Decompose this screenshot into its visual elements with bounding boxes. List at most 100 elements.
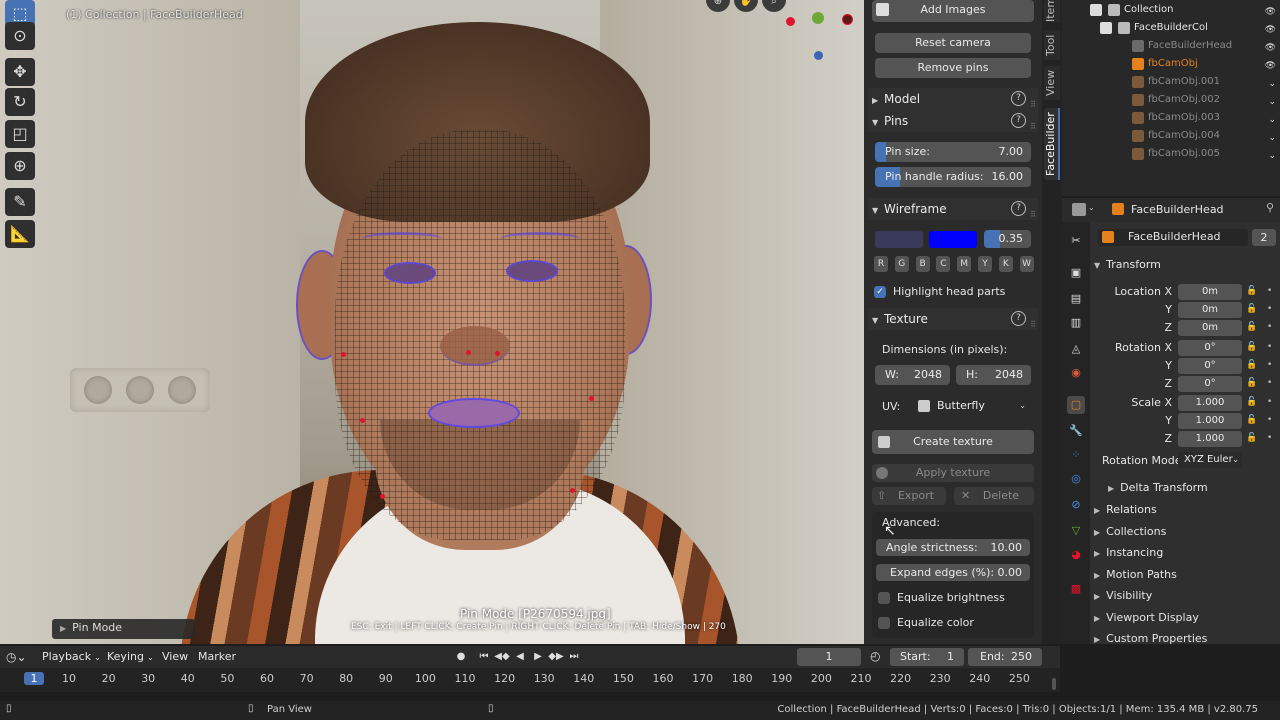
lock-icon[interactable]: 🔓 <box>1246 433 1257 443</box>
outliner-row[interactable]: FaceBuilderHead 👁 <box>1062 37 1280 55</box>
pan-hand-icon[interactable]: ✋ <box>734 0 758 12</box>
pin[interactable] <box>570 488 575 493</box>
model-section[interactable]: ▶ Model ? ⠿ <box>868 88 1038 110</box>
lock-icon[interactable]: 🔓 <box>1246 360 1257 370</box>
keyframe-dot-icon[interactable]: • <box>1267 304 1272 314</box>
clock-icon[interactable]: ◴ <box>870 649 880 663</box>
measure-icon[interactable]: 📐 <box>5 220 35 248</box>
menu-playback[interactable]: Playback ⌄ <box>42 650 101 663</box>
expand-edges-field[interactable]: Expand edges (%): 0.00 <box>876 564 1030 581</box>
properties-section[interactable]: ▶ Relations <box>1094 503 1157 516</box>
object-properties-icon[interactable]: ▢ <box>1067 396 1085 414</box>
pin[interactable] <box>360 418 365 423</box>
play-icon[interactable]: ▶ <box>530 649 546 665</box>
cursor-icon[interactable]: ⊙ <box>5 22 35 50</box>
reset-camera-button[interactable]: Reset camera <box>875 33 1031 53</box>
properties-section[interactable]: ▶ Motion Paths <box>1094 568 1177 581</box>
move-icon[interactable]: ✥ <box>5 58 35 86</box>
timeline-scrollbar[interactable] <box>1052 678 1056 690</box>
view-layer-icon[interactable]: ▥ <box>1067 314 1085 332</box>
wireframe-section[interactable]: ▼ Wireframe ? ⠿ <box>868 198 1038 220</box>
location-x-field[interactable]: 0m <box>1178 284 1242 300</box>
location-y-field[interactable]: 0m <box>1178 302 1242 318</box>
outliner-row[interactable]: fbCamObj.001 ⌄ <box>1062 73 1280 91</box>
help-icon[interactable]: ? <box>1011 201 1026 216</box>
wireframe-color-2[interactable] <box>929 231 977 248</box>
user-count[interactable]: 2 <box>1252 229 1276 246</box>
end-frame-field[interactable]: End: 250 <box>968 648 1042 666</box>
prev-keyframe-icon[interactable]: ◀◆ <box>494 649 510 665</box>
keyframe-dot-icon[interactable]: • <box>1267 415 1272 425</box>
color-letter-button[interactable]: K <box>998 256 1013 272</box>
record-icon[interactable]: ● <box>453 649 469 665</box>
outliner-row[interactable]: fbCamObj.003 ⌄ <box>1062 109 1280 127</box>
outliner-row[interactable]: Collection 👁 <box>1062 1 1280 19</box>
last-operator-panel[interactable]: ▶ Pin Mode <box>52 619 195 639</box>
outliner-row[interactable]: fbCamObj.005 ⌄ <box>1062 145 1280 163</box>
rotation-z-field[interactable]: 0° <box>1178 376 1242 392</box>
angle-strictness-field[interactable]: Angle strictness: 10.00 <box>876 539 1030 556</box>
color-letter-button[interactable]: R <box>874 256 888 272</box>
color-letter-button[interactable]: C <box>936 256 951 272</box>
color-letter-button[interactable]: B <box>915 256 930 272</box>
help-icon[interactable]: ? <box>1011 311 1026 326</box>
delta-transform-section[interactable]: ▶ Delta Transform <box>1108 481 1208 494</box>
pin[interactable] <box>341 352 346 357</box>
pins-section[interactable]: ▼ Pins ? ⠿ <box>868 110 1038 132</box>
hidden-eye-icon[interactable]: ⌄ <box>1268 147 1276 165</box>
rotation-mode-dropdown[interactable]: XYZ Euler ⌄ <box>1178 452 1242 468</box>
next-keyframe-icon[interactable]: ◆▶ <box>548 649 564 665</box>
keyframe-dot-icon[interactable]: • <box>1267 397 1272 407</box>
keyframe-dot-icon[interactable]: • <box>1267 378 1272 388</box>
object-name-field[interactable]: FaceBuilderHead <box>1098 229 1248 246</box>
pin[interactable] <box>495 351 500 356</box>
menu-marker[interactable]: Marker <box>198 650 236 663</box>
data-icon[interactable]: ▽ <box>1067 522 1085 540</box>
color-letter-button[interactable]: Y <box>978 256 992 272</box>
create-texture-button[interactable]: Create texture <box>872 430 1034 454</box>
jump-start-icon[interactable]: ⏮ <box>476 649 492 665</box>
play-reverse-icon[interactable]: ◀ <box>512 649 528 665</box>
pin[interactable] <box>466 350 471 355</box>
output-icon[interactable]: ▤ <box>1067 290 1085 308</box>
outliner-row[interactable]: fbCamObj.002 ⌄ <box>1062 91 1280 109</box>
scene-icon[interactable]: ◬ <box>1067 340 1085 358</box>
pin[interactable] <box>589 396 594 401</box>
rotate-icon[interactable]: ↻ <box>5 88 35 116</box>
menu-keying[interactable]: Keying ⌄ <box>107 650 154 663</box>
particles-icon[interactable]: ⁘ <box>1067 446 1085 464</box>
rotation-x-field[interactable]: 0° <box>1178 340 1242 356</box>
y-axis-icon[interactable] <box>812 12 824 24</box>
keyframe-dot-icon[interactable]: • <box>1267 360 1272 370</box>
physics-icon[interactable]: ◎ <box>1067 470 1085 488</box>
scale-z-field[interactable]: 1.000 <box>1178 431 1242 447</box>
world-icon[interactable]: ◉ <box>1067 364 1085 382</box>
lock-icon[interactable]: 🔓 <box>1246 342 1257 352</box>
render-icon[interactable]: ▣ <box>1067 264 1085 282</box>
annotate-icon[interactable]: ✎ <box>5 188 35 216</box>
properties-section[interactable]: ▶ Collections <box>1094 525 1166 538</box>
3d-viewport[interactable]: (1) Collection | FaceBuilderHead ⊕ ✋ ⌕ ▶… <box>0 0 864 644</box>
equalize-brightness-checkbox[interactable] <box>878 592 890 604</box>
pin-icon[interactable]: ⚲ <box>1266 201 1274 214</box>
tab-view[interactable]: View <box>1044 66 1060 100</box>
lock-icon[interactable]: 🔓 <box>1246 378 1257 388</box>
material-icon[interactable]: ◕ <box>1067 546 1085 564</box>
lock-icon[interactable]: 🔓 <box>1246 415 1257 425</box>
uv-dropdown[interactable]: Butterfly ⌄ <box>912 396 1032 416</box>
keyframe-dot-icon[interactable]: • <box>1267 433 1272 443</box>
tab-item[interactable]: Item <box>1044 0 1060 22</box>
tab-tool[interactable]: Tool <box>1044 30 1060 60</box>
drag-grip-icon[interactable]: ⠿ <box>1030 314 1036 336</box>
neg-x-axis-icon[interactable] <box>842 14 853 25</box>
lock-icon[interactable]: 🔓 <box>1246 322 1257 332</box>
jump-end-icon[interactable]: ⏭ <box>566 649 582 665</box>
color-letter-button[interactable]: M <box>957 256 972 272</box>
scale-icon[interactable]: ◰ <box>5 120 35 148</box>
current-frame-field[interactable]: 1 <box>797 648 861 666</box>
properties-section[interactable]: ▶ Custom Properties <box>1094 632 1207 645</box>
pin-size-field[interactable]: Pin size: 7.00 <box>875 142 1031 162</box>
x-axis-icon[interactable] <box>786 17 795 26</box>
remove-pins-button[interactable]: Remove pins <box>875 58 1031 78</box>
texture-icon[interactable]: ▩ <box>1067 580 1085 598</box>
